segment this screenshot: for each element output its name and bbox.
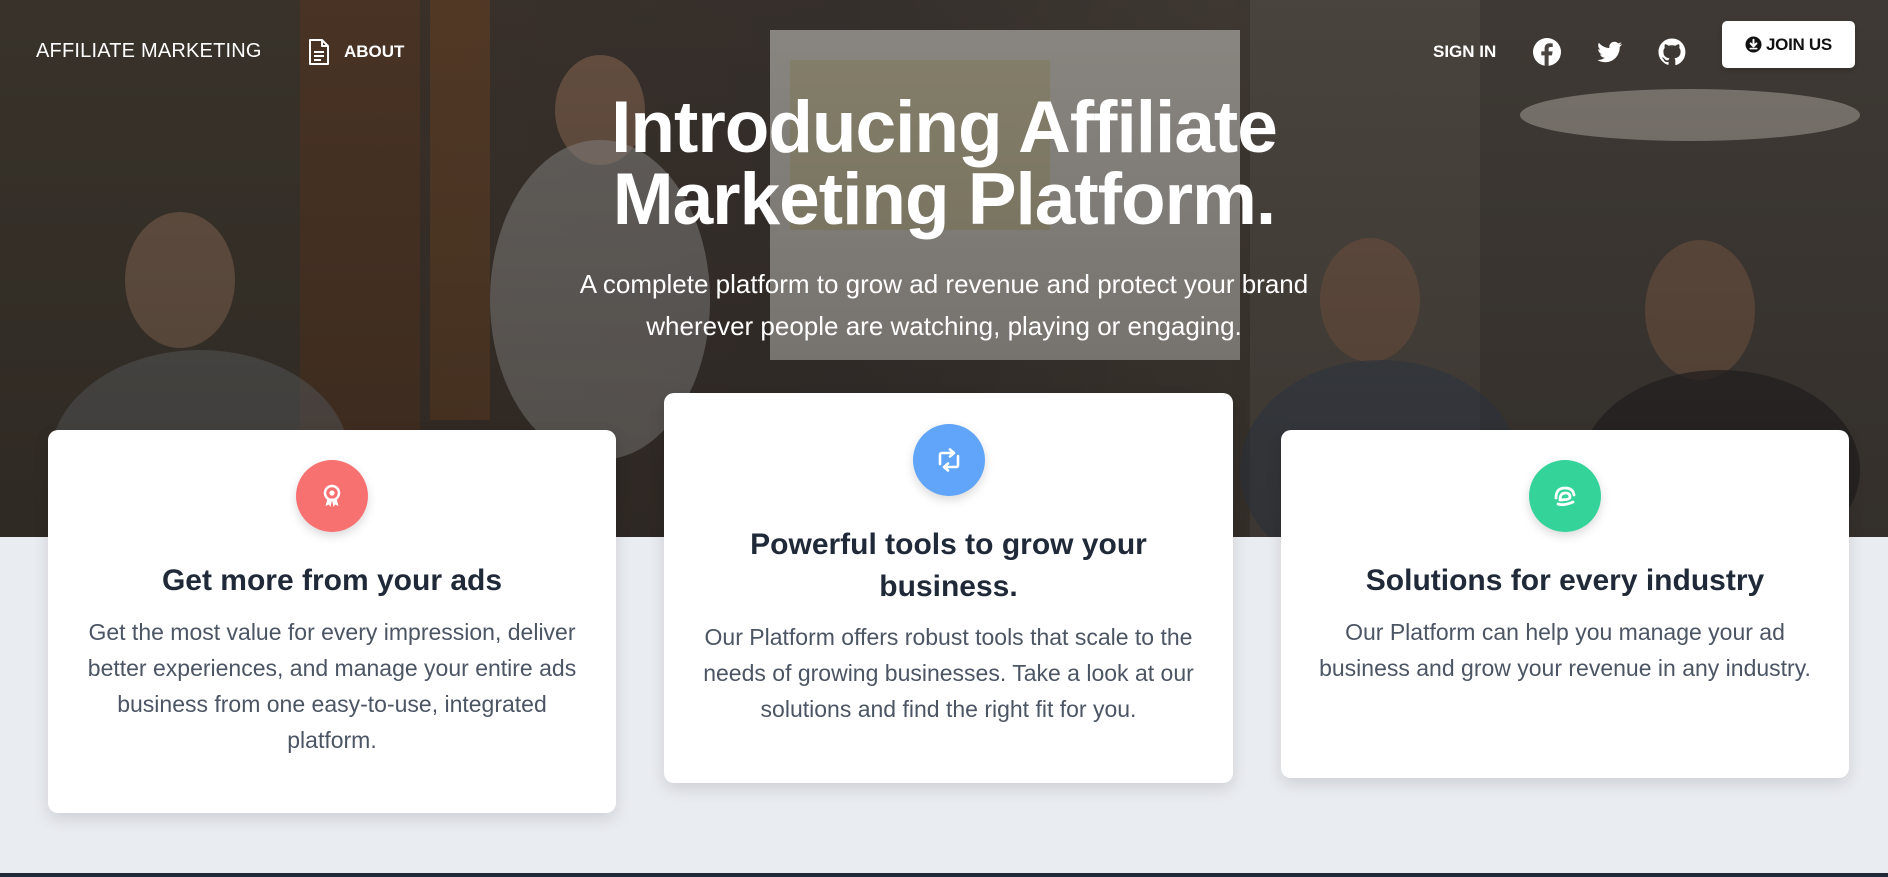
download-circle-icon — [1745, 36, 1762, 53]
facebook-icon[interactable] — [1532, 37, 1562, 67]
hero-subtitle-line-1: A complete platform to grow ad revenue a… — [579, 269, 1309, 299]
footer-divider — [0, 873, 1888, 877]
join-us-button[interactable]: JOIN US — [1722, 21, 1855, 68]
join-us-label: JOIN US — [1766, 34, 1832, 54]
brand-logo[interactable]: AFFILIATE MARKETING — [36, 40, 262, 63]
hero-title: Introducing Affiliate Marketing Platform… — [444, 87, 1444, 240]
hero-title-line-2: Marketing Platform. — [612, 159, 1276, 240]
feature-card-industry: Solutions for every industry Our Platfor… — [1281, 430, 1849, 778]
feature-card-industry-title: Solutions for every industry — [1365, 564, 1765, 597]
github-icon[interactable] — [1657, 37, 1687, 67]
feature-card-ads-text: Get the most value for every impression,… — [87, 619, 577, 753]
feature-card-ads: Get more from your ads Get the most valu… — [48, 430, 616, 813]
hero-subtitle-line-2: wherever people are watching, playing or… — [646, 311, 1242, 341]
feature-card-ads-title: Get more from your ads — [161, 564, 503, 597]
feature-card-tools-text: Our Platform offers robust tools that sc… — [703, 624, 1194, 722]
nav-about-link[interactable]: ABOUT — [308, 36, 404, 68]
retweet-icon — [912, 424, 985, 496]
feature-card-tools: Powerful tools to grow your business. Ou… — [664, 393, 1233, 783]
hero-subtitle: A complete platform to grow ad revenue a… — [444, 263, 1444, 347]
nav-about-label: ABOUT — [344, 42, 405, 61]
sign-in-link[interactable]: SIGN IN — [1433, 42, 1496, 62]
fingerprint-icon — [1529, 460, 1601, 532]
feature-card-tools-title: Powerful tools to grow your business. — [750, 528, 1147, 603]
award-icon — [296, 460, 368, 532]
twitter-icon[interactable] — [1594, 37, 1624, 67]
hero-title-line-1: Introducing Affiliate — [611, 87, 1278, 168]
document-icon — [309, 39, 329, 65]
feature-card-industry-text: Our Platform can help you manage your ad… — [1319, 619, 1811, 681]
